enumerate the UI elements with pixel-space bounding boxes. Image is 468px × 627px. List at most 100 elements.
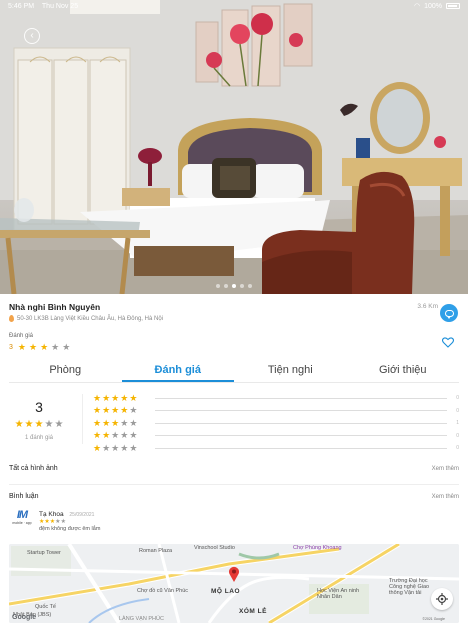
rating-distribution-count: 0 xyxy=(456,395,459,402)
map-pin-icon[interactable] xyxy=(228,566,240,582)
tab-rooms[interactable]: Phòng xyxy=(9,359,122,382)
star-empty-icon: ★ xyxy=(54,419,64,430)
comment-author: Tạ Khoa 25/09/2021 xyxy=(39,511,100,518)
star-filled-icon: ★ xyxy=(102,417,111,428)
divider xyxy=(82,394,83,444)
rating-distribution-row: ★ ★ ★ ★ ★ 1 xyxy=(93,417,459,430)
google-logo: Google xyxy=(12,614,37,621)
avatar: IM mobile · app xyxy=(9,509,35,527)
star-empty-icon: ★ xyxy=(102,442,111,453)
star-filled-icon: ★ xyxy=(34,419,44,430)
divider xyxy=(9,484,459,485)
review-count: 1 đánh giá xyxy=(24,435,54,441)
map-label-vinschool: Vinschool Studio xyxy=(194,545,235,551)
star-empty-icon: ★ xyxy=(129,442,138,453)
rating-distribution-count: 0 xyxy=(456,407,459,414)
rating-distribution-count: 0 xyxy=(456,432,459,439)
battery-icon xyxy=(446,3,460,9)
star-empty-icon: ★ xyxy=(111,442,120,453)
status-time: 5:46 PM xyxy=(8,2,35,10)
star-empty-icon: ★ xyxy=(44,419,54,430)
review-score: 3 ★ ★ ★ ★ ★ 1 đánh giá xyxy=(14,399,64,441)
hotel-address-text: 50-30 LK3B Làng Việt Kiều Châu Âu, Hà Đô… xyxy=(17,315,163,322)
star-filled-icon: ★ xyxy=(40,342,49,352)
star-filled-icon: ★ xyxy=(93,405,102,416)
star-filled-icon: ★ xyxy=(28,342,38,352)
rating-distribution-count: 0 xyxy=(456,445,459,452)
star-filled-icon: ★ xyxy=(102,405,111,416)
chat-bubble-icon xyxy=(444,309,454,319)
map-label-xom-le: XÓM LẺ xyxy=(239,608,267,615)
comment-stars: ★ ★ ★ ★ ★ xyxy=(39,519,100,525)
map-label-mo-lao: MỘ LAO xyxy=(211,588,240,595)
star-filled-icon: ★ xyxy=(111,392,120,403)
star-empty-icon: ★ xyxy=(120,430,129,441)
wifi-icon: ◠ xyxy=(413,3,421,10)
star-empty-icon: ★ xyxy=(60,519,66,525)
crosshair-icon xyxy=(436,593,448,605)
tab-amenities[interactable]: Tiện nghi xyxy=(234,359,347,382)
hotel-address: 50-30 LK3B Làng Việt Kiều Châu Âu, Hà Đô… xyxy=(9,315,163,322)
star-filled-icon: ★ xyxy=(14,419,24,430)
rating-distribution-bar xyxy=(155,447,447,449)
gallery-dot[interactable] xyxy=(224,284,228,288)
star-empty-icon: ★ xyxy=(120,417,129,428)
star-filled-icon: ★ xyxy=(111,417,120,428)
status-bar: 5:46 PM Thu Nov 25 ◠ 100% xyxy=(0,0,468,12)
star-filled-icon: ★ xyxy=(111,405,120,416)
map-label-cho-do-cu: Chợ đồ cũ Văn Phúc xyxy=(137,588,188,594)
comment-date: 25/09/2021 xyxy=(69,512,95,518)
detail-tabs: Phòng Đánh giá Tiện nghi Giới thiệu xyxy=(9,359,459,383)
gallery-dot[interactable] xyxy=(248,284,252,288)
map-label-startup-tower: Startup Tower xyxy=(27,550,61,556)
star-filled-icon: ★ xyxy=(102,430,111,441)
battery-percent: 100% xyxy=(424,2,442,10)
star-filled-icon: ★ xyxy=(93,417,102,428)
comments-see-more-link[interactable]: Xem thêm xyxy=(432,494,459,500)
rating-distribution-stars: ★ ★ ★ ★ ★ xyxy=(93,431,145,440)
my-location-button[interactable] xyxy=(431,588,453,610)
star-filled-icon: ★ xyxy=(24,419,34,430)
photos-section-title: Tất cả hình ảnh xyxy=(9,465,58,472)
rating-distribution-bar xyxy=(155,435,447,437)
star-empty-icon: ★ xyxy=(129,405,138,416)
star-filled-icon: ★ xyxy=(120,405,129,416)
hotel-rating: 3 ★ ★ ★ ★ ★ xyxy=(9,343,70,352)
favorite-heart-icon[interactable] xyxy=(442,337,454,348)
map-label-roman-plaza: Roman Plaza xyxy=(139,548,173,554)
gallery-dot[interactable] xyxy=(216,284,220,288)
back-arrow-icon: ‹ xyxy=(30,30,34,41)
tab-introduction[interactable]: Giới thiệu xyxy=(347,359,460,382)
map-label-lang-van-phuc: LÀNG VẠN PHÚC xyxy=(119,616,164,622)
star-filled-icon: ★ xyxy=(129,392,138,403)
star-filled-icon: ★ xyxy=(93,442,102,453)
rating-distribution-stars: ★ ★ ★ ★ ★ xyxy=(93,442,145,453)
tab-reviews[interactable]: Đánh giá xyxy=(121,359,234,382)
rating-distribution-row: ★ ★ ★ ★ ★ 0 xyxy=(93,392,459,405)
star-empty-icon: ★ xyxy=(129,430,138,441)
gallery-dot-active[interactable] xyxy=(232,284,236,288)
star-empty-icon: ★ xyxy=(111,430,120,441)
status-date: Thu Nov 25 xyxy=(41,2,79,10)
location-pin-icon xyxy=(9,315,14,322)
gallery-dot[interactable] xyxy=(240,284,244,288)
map-copyright: ©2021 Google xyxy=(422,617,445,621)
rating-value: 3 xyxy=(9,344,13,351)
comments-section-title: Bình luận xyxy=(9,493,39,500)
back-button[interactable]: ‹ xyxy=(24,28,40,44)
chat-button[interactable] xyxy=(440,304,458,322)
rating-distribution-row: ★ ★ ★ ★ ★ 0 xyxy=(93,430,459,443)
rating-distribution-bar xyxy=(155,397,447,399)
rating-distribution-row: ★ ★ ★ ★ ★ 0 xyxy=(93,405,459,418)
review-score-stars: ★ ★ ★ ★ ★ xyxy=(14,420,64,430)
location-map[interactable]: Startup Tower Roman Plaza Vinschool Stud… xyxy=(9,544,459,623)
hotel-photo-gallery[interactable]: 5:46 PM Thu Nov 25 ◠ 100% ‹ xyxy=(0,0,468,294)
photos-see-more-link[interactable]: Xem thêm xyxy=(432,466,459,472)
star-filled-icon: ★ xyxy=(93,430,102,441)
rating-distribution-stars: ★ ★ ★ ★ ★ xyxy=(93,392,145,403)
map-label-cho-phung-khoang: Chợ Phùng Khoang xyxy=(293,545,342,551)
avatar-sub: mobile · app xyxy=(12,521,32,525)
map-label-quoc-te: Quốc Tế xyxy=(35,604,56,610)
hotel-distance: 3.6 Km xyxy=(417,303,438,310)
star-filled-icon: ★ xyxy=(93,392,102,403)
